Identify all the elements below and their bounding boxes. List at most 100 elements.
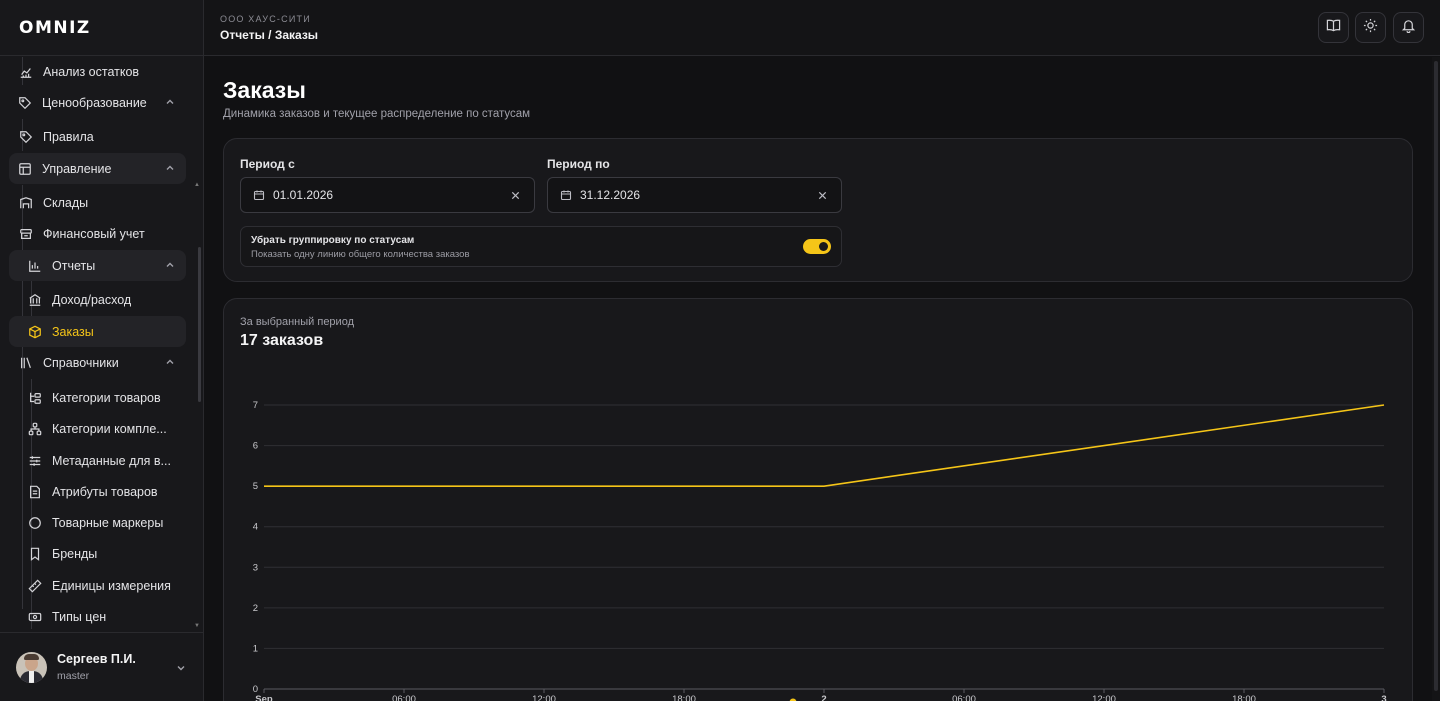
sidebar: OMNIZ Анализ остатков Ценообразование Пр… xyxy=(0,0,204,701)
x-tick-label: 18:00 xyxy=(1232,694,1256,701)
y-tick-label: 3 xyxy=(253,562,258,573)
logo-bar: OMNIZ xyxy=(0,0,203,56)
sidebar-item-label: Метаданные для в... xyxy=(52,453,171,468)
sidebar-item-label: Правила xyxy=(43,129,94,144)
sidebar-item-units[interactable]: Единицы измерения xyxy=(28,570,186,601)
sidebar-item-price-types[interactable]: Типы цен xyxy=(28,601,186,632)
x-tick-label: 12:00 xyxy=(532,694,556,701)
ungroup-toggle-row[interactable]: Убрать группировку по статусам Показать … xyxy=(240,226,842,267)
avatar xyxy=(16,651,47,683)
user-info: Сергеев П.И. master xyxy=(57,652,136,682)
y-tick-label: 1 xyxy=(253,643,258,654)
y-tick-label: 4 xyxy=(253,522,258,533)
main-content: Заказы Динамика заказов и текущее распре… xyxy=(204,57,1440,701)
sidebar-item-label: Заказы xyxy=(52,324,94,339)
sidebar-item-bundle-categories[interactable]: Категории компле... xyxy=(28,413,186,444)
docs-button[interactable] xyxy=(1318,12,1349,43)
notifications-button[interactable] xyxy=(1393,12,1424,43)
chevron-down-icon[interactable] xyxy=(175,661,187,673)
sidebar-item-references[interactable]: Справочники xyxy=(19,347,186,378)
sidebar-item-income-expense[interactable]: Доход/расход xyxy=(28,284,186,315)
sidebar-item-metadata[interactable]: Метаданные для в... xyxy=(28,445,186,476)
user-role: master xyxy=(57,670,90,682)
bookmark-icon xyxy=(28,547,42,561)
period-from-field[interactable]: 01.01.2026 xyxy=(240,177,535,213)
y-tick-label: 2 xyxy=(253,603,258,614)
layout-icon xyxy=(18,162,32,176)
sidebar-item-stock-analysis[interactable]: Анализ остатков xyxy=(19,57,186,87)
clear-icon[interactable] xyxy=(510,190,521,201)
tag-icon xyxy=(19,130,33,144)
x-tick-label: 18:00 xyxy=(672,694,696,701)
sidebar-item-attributes[interactable]: Атрибуты товаров xyxy=(28,476,186,507)
sidebar-item-reports[interactable]: Отчеты xyxy=(9,250,186,281)
sidebar-item-orders[interactable]: Заказы xyxy=(9,316,186,347)
organization-name: ООО ХАУС-СИТИ xyxy=(220,14,311,24)
tree-line xyxy=(22,185,23,609)
archive-icon xyxy=(19,227,33,241)
sidebar-item-product-categories[interactable]: Категории товаров xyxy=(28,382,186,413)
page-subtitle: Динамика заказов и текущее распределение… xyxy=(223,108,531,120)
sidebar-item-warehouses[interactable]: Склады xyxy=(19,187,186,218)
period-to-field[interactable]: 31.12.2026 xyxy=(547,177,842,213)
x-tick-label: Sep xyxy=(255,694,273,701)
period-from-value: 01.01.2026 xyxy=(273,188,334,202)
y-tick-label: 7 xyxy=(253,400,258,411)
chevron-up-icon xyxy=(164,356,176,368)
period-from-label: Период с xyxy=(240,157,295,171)
x-tick-label: 2 xyxy=(821,694,826,701)
ungroup-switch[interactable] xyxy=(803,239,831,254)
chevron-up-icon xyxy=(164,96,176,108)
period-to-label: Период по xyxy=(547,157,610,171)
sidebar-item-management[interactable]: Управление xyxy=(9,153,186,184)
sidebar-item-label: Управление xyxy=(42,161,112,176)
sidebar-item-brands[interactable]: Бренды xyxy=(28,538,186,569)
sidebar-item-label: Склады xyxy=(43,195,89,210)
period-to-value: 31.12.2026 xyxy=(580,188,641,202)
sidebar-nav: Анализ остатков Ценообразование Правила … xyxy=(0,57,203,632)
sidebar-item-label: Категории товаров xyxy=(52,390,161,405)
calendar-icon xyxy=(560,189,572,201)
top-header: ООО ХАУС-СИТИ Отчеты / Заказы xyxy=(204,0,1440,56)
chart-line-icon xyxy=(19,65,33,79)
bar-chart-icon xyxy=(28,259,42,273)
scroll-down-arrow[interactable]: ▼ xyxy=(194,623,200,629)
sidebar-item-label: Отчеты xyxy=(52,258,96,273)
bell-icon xyxy=(1401,18,1416,38)
sidebar-scrollbar[interactable] xyxy=(198,247,201,402)
warehouse-icon xyxy=(19,196,33,210)
sidebar-item-pricing[interactable]: Ценообразование xyxy=(9,87,186,118)
user-name: Сергеев П.И. xyxy=(57,652,136,666)
sidebar-item-label: Справочники xyxy=(43,355,119,370)
app-logo[interactable]: OMNIZ xyxy=(19,18,91,38)
toggle-description: Показать одну линию общего количества за… xyxy=(251,249,470,260)
scroll-up-arrow[interactable]: ▲ xyxy=(194,182,200,188)
sidebar-item-rules[interactable]: Правила xyxy=(19,121,186,152)
folder-tree-icon xyxy=(28,391,42,405)
x-tick-label: 12:00 xyxy=(1092,694,1116,701)
sidebar-item-label: Товарные маркеры xyxy=(52,515,164,530)
main-scrollbar[interactable] xyxy=(1432,57,1440,701)
user-card[interactable]: Сергеев П.И. master xyxy=(0,632,203,701)
y-tick-label: 6 xyxy=(253,441,258,452)
sidebar-item-finance[interactable]: Финансовый учет xyxy=(19,218,186,249)
sidebar-item-label: Анализ остатков xyxy=(43,64,140,79)
sidebar-item-label: Атрибуты товаров xyxy=(52,484,158,499)
theme-toggle-button[interactable] xyxy=(1355,12,1386,43)
banknote-icon xyxy=(28,610,42,624)
breadcrumb: Отчеты / Заказы xyxy=(220,28,319,42)
sidebar-item-markers[interactable]: Товарные маркеры xyxy=(28,507,186,538)
chart-panel: За выбранный период 17 заказов 01234567S… xyxy=(223,298,1413,701)
tags-icon xyxy=(18,96,32,110)
file-text-icon xyxy=(28,485,42,499)
orders-line-chart: 01234567Sep 06:00 12:00 18:00 2 06:00 12:00 18:… xyxy=(253,400,1387,701)
sidebar-item-label: Единицы измерения xyxy=(52,578,171,593)
sidebar-item-label: Ценообразование xyxy=(42,95,147,110)
sidebar-item-label: Типы цен xyxy=(52,609,107,624)
clear-icon[interactable] xyxy=(817,190,828,201)
sidebar-item-label: Финансовый учет xyxy=(43,226,145,241)
circle-icon xyxy=(28,516,42,530)
chevron-up-icon xyxy=(164,162,176,174)
chevron-up-icon xyxy=(164,259,176,271)
x-tick-label: 3 xyxy=(1381,694,1386,701)
